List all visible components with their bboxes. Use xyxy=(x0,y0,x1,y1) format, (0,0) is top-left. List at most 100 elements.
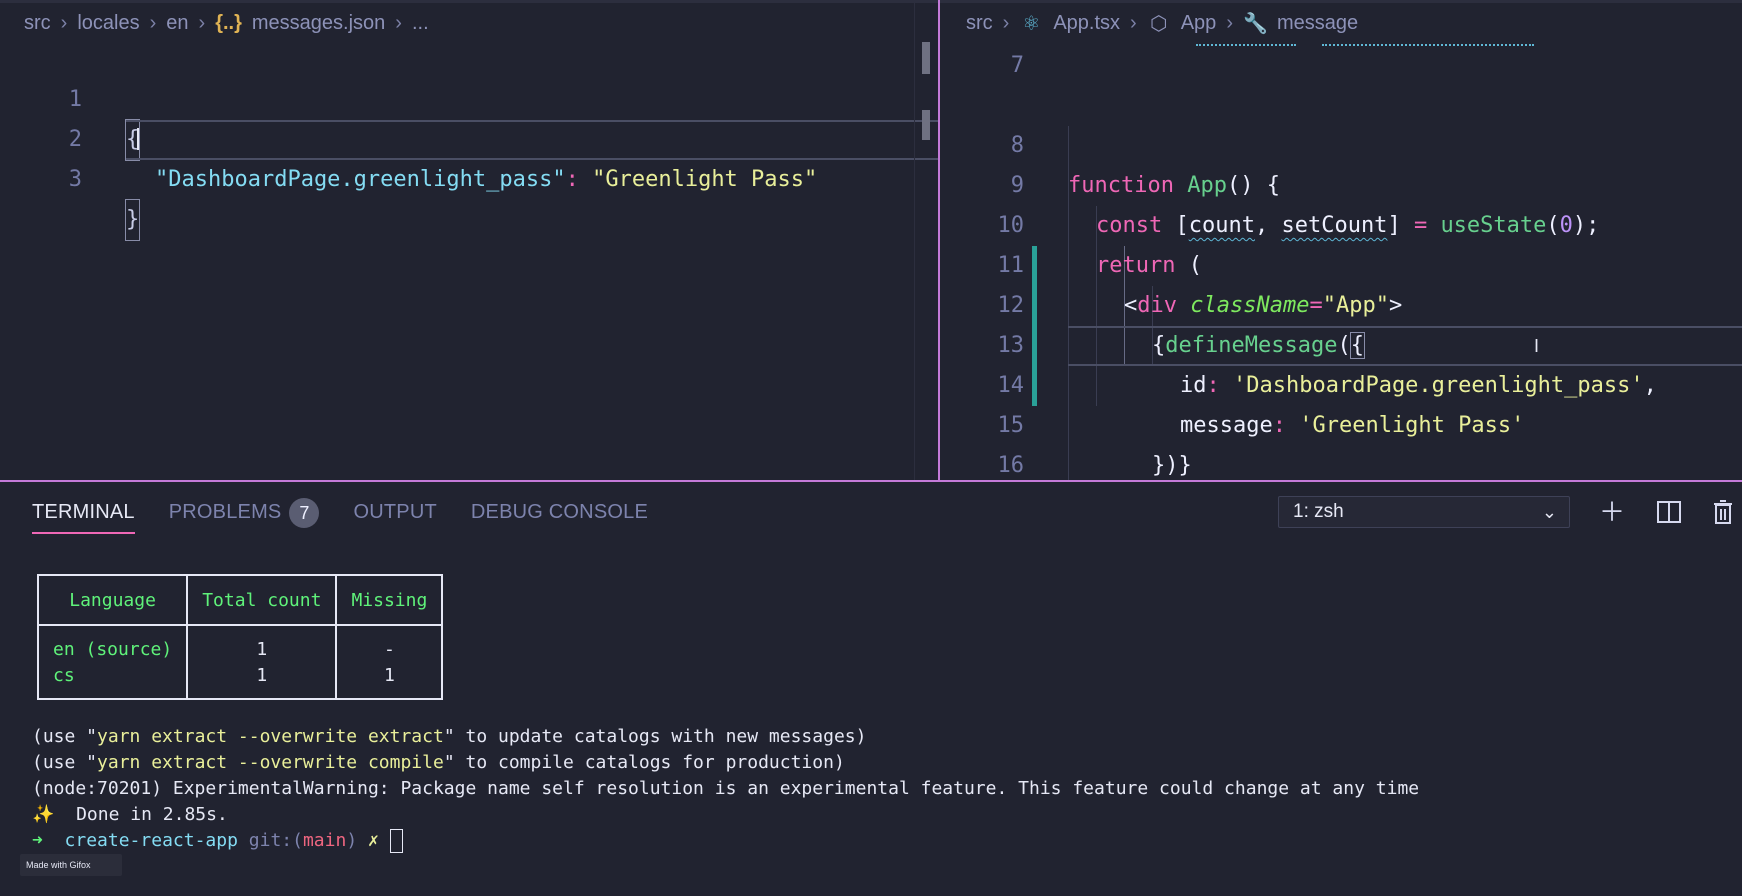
terminal-line: (use "yarn extract --overwrite extract" … xyxy=(32,724,866,750)
breadcrumb: src › locales › en › {..} messages.json … xyxy=(0,4,938,42)
terminal-command: yarn extract --overwrite compile xyxy=(97,752,444,773)
watermark-text: Made with Gifox xyxy=(26,860,91,870)
code-line: 3 } xyxy=(0,120,938,241)
terminal-prompt[interactable]: ➜ create-react-app git:(main) ✗ xyxy=(32,828,403,854)
catalog-table: Language Total count Missing en (source)… xyxy=(36,574,444,700)
tab-label: TERMINAL xyxy=(32,501,135,523)
minimap-slider[interactable] xyxy=(922,110,930,140)
breadcrumb-item[interactable]: en xyxy=(166,12,188,35)
tab-problems[interactable]: PROBLEMS 7 xyxy=(169,482,320,542)
prompt-git: git:( xyxy=(248,830,303,851)
breadcrumb-file[interactable]: messages.json xyxy=(252,12,385,35)
dirty-mark-icon: ✗ xyxy=(368,830,379,851)
breadcrumb-item[interactable]: src xyxy=(24,12,51,35)
json-key: "DashboardPage.greenlight_pass" xyxy=(155,167,566,192)
code-area[interactable]: 7 8 function App() { 9 const [count, set… xyxy=(940,46,1742,480)
prompt-git: ) xyxy=(346,830,358,851)
breadcrumb-item[interactable]: locales xyxy=(77,12,139,35)
table-header: Total count xyxy=(186,575,338,626)
chevron-right-icon: › xyxy=(1002,11,1010,34)
table-header: Missing xyxy=(335,575,444,626)
bottom-panel: TERMINAL PROBLEMS 7 OUTPUT DEBUG CONSOLE … xyxy=(0,480,1742,894)
terminal-command: yarn extract --overwrite extract xyxy=(97,726,444,747)
cube-icon: ⬡ xyxy=(1149,12,1168,35)
code-text: "DashboardPage.greenlight_pass": "Greenl… xyxy=(155,160,817,200)
text-cursor-ibeam: I xyxy=(1534,336,1540,356)
chevron-right-icon: › xyxy=(60,11,68,34)
code-line: 16 </div> xyxy=(940,406,1742,478)
breadcrumb-symbol[interactable]: App xyxy=(1181,12,1217,35)
breadcrumb-item[interactable]: src xyxy=(966,12,993,35)
code-area[interactable]: 1 { 2 "DashboardPage.greenlight_pass": "… xyxy=(0,40,938,480)
code-line: 8 function App() { xyxy=(940,86,1742,198)
text-cursor xyxy=(137,128,139,150)
breadcrumb-more[interactable]: ... xyxy=(412,12,429,35)
editor-tabstrip-edge xyxy=(0,0,938,3)
terminal-text: Done in 2.85s. xyxy=(54,804,228,825)
code-line: 15 })} xyxy=(940,366,1742,478)
breadcrumb: src › ⚛ App.tsx › ⬡ App › 🔧 message xyxy=(940,4,1742,42)
terminal-output[interactable]: Language Total count Missing en (source)… xyxy=(0,542,1742,896)
json-file-icon: {..} xyxy=(215,11,242,34)
table-cell: en (source) xyxy=(36,625,189,662)
breadcrumb-symbol[interactable]: message xyxy=(1277,12,1358,35)
code-line: 9 const [count, setCount] = useState(0); xyxy=(940,126,1742,238)
table-cell: 1 xyxy=(335,662,444,699)
table-header: Language xyxy=(36,575,189,626)
table-cell: cs xyxy=(36,662,189,699)
right-editor[interactable]: src › ⚛ App.tsx › ⬡ App › 🔧 message 7 8 … xyxy=(938,0,1742,480)
code-line: 17 ); xyxy=(940,446,1742,480)
tab-label: OUTPUT xyxy=(353,501,437,523)
table-row: cs 1 1 xyxy=(36,662,444,699)
code-line: 10 return ( xyxy=(940,166,1742,278)
tab-debug-console[interactable]: DEBUG CONSOLE xyxy=(471,482,648,542)
sparkles-icon: ✨ xyxy=(32,804,55,825)
minimap-slider[interactable] xyxy=(922,42,930,74)
problems-count-badge: 7 xyxy=(289,497,320,528)
scrollbar-track[interactable] xyxy=(914,0,915,480)
breadcrumb-file[interactable]: App.tsx xyxy=(1053,12,1120,35)
chevron-right-icon: › xyxy=(149,11,157,34)
code-line: 14 message: 'Greenlight Pass' xyxy=(940,326,1742,438)
chevron-right-icon: › xyxy=(198,11,206,34)
panel-tabs: TERMINAL PROBLEMS 7 OUTPUT DEBUG CONSOLE xyxy=(32,482,682,542)
terminal-line: ✨ Done in 2.85s. xyxy=(32,802,228,828)
table-cell: 1 xyxy=(186,662,338,699)
trash-icon[interactable] xyxy=(1708,496,1738,528)
code-text: } xyxy=(124,199,141,241)
line-number: 3 xyxy=(68,167,82,192)
terminal-text: (use " xyxy=(32,752,98,773)
gifox-watermark: Made with Gifox xyxy=(20,854,122,876)
table-cell: - xyxy=(335,625,444,662)
wrench-icon: 🔧 xyxy=(1242,12,1268,35)
react-icon: ⚛ xyxy=(1022,12,1041,35)
tab-label: DEBUG CONSOLE xyxy=(470,501,648,523)
code-line: 12 {defineMessage({ xyxy=(940,246,1742,359)
split-icon[interactable] xyxy=(1654,496,1684,528)
chevron-right-icon: › xyxy=(1226,11,1233,34)
json-value: "Greenlight Pass" xyxy=(592,167,818,192)
tab-output[interactable]: OUTPUT xyxy=(353,482,436,542)
tab-terminal[interactable]: TERMINAL xyxy=(32,482,135,542)
prompt-branch: main xyxy=(302,830,347,851)
chevron-right-icon: › xyxy=(395,11,402,34)
table-row: en (source) 1 - xyxy=(36,625,444,662)
terminal-select-value: 1: zsh xyxy=(1293,501,1344,522)
table-cell: 1 xyxy=(186,625,338,662)
code-line: 1 { xyxy=(0,40,938,161)
terminal-select[interactable]: 1: zsh ⌄ xyxy=(1278,496,1570,528)
terminal-cursor xyxy=(389,829,403,853)
editor-tabstrip-edge xyxy=(940,0,1742,3)
chevron-down-icon: ⌄ xyxy=(1541,502,1557,522)
code-line: 11 <div className="App"> xyxy=(940,206,1742,318)
plus-icon[interactable]: ＋ xyxy=(1597,496,1627,528)
chevron-right-icon: › xyxy=(1130,11,1137,34)
terminal-text: " to compile catalogs for production) xyxy=(443,752,845,773)
table-header-row: Language Total count Missing xyxy=(36,575,444,626)
line-number: 7 xyxy=(1010,53,1024,78)
left-editor[interactable]: src › locales › en › {..} messages.json … xyxy=(0,0,938,480)
terminal-line: (use "yarn extract --overwrite compile" … xyxy=(32,750,845,776)
terminal-text: " to update catalogs with new messages) xyxy=(443,726,867,747)
terminal-text: (use " xyxy=(32,726,98,747)
tab-label: PROBLEMS xyxy=(168,501,282,523)
